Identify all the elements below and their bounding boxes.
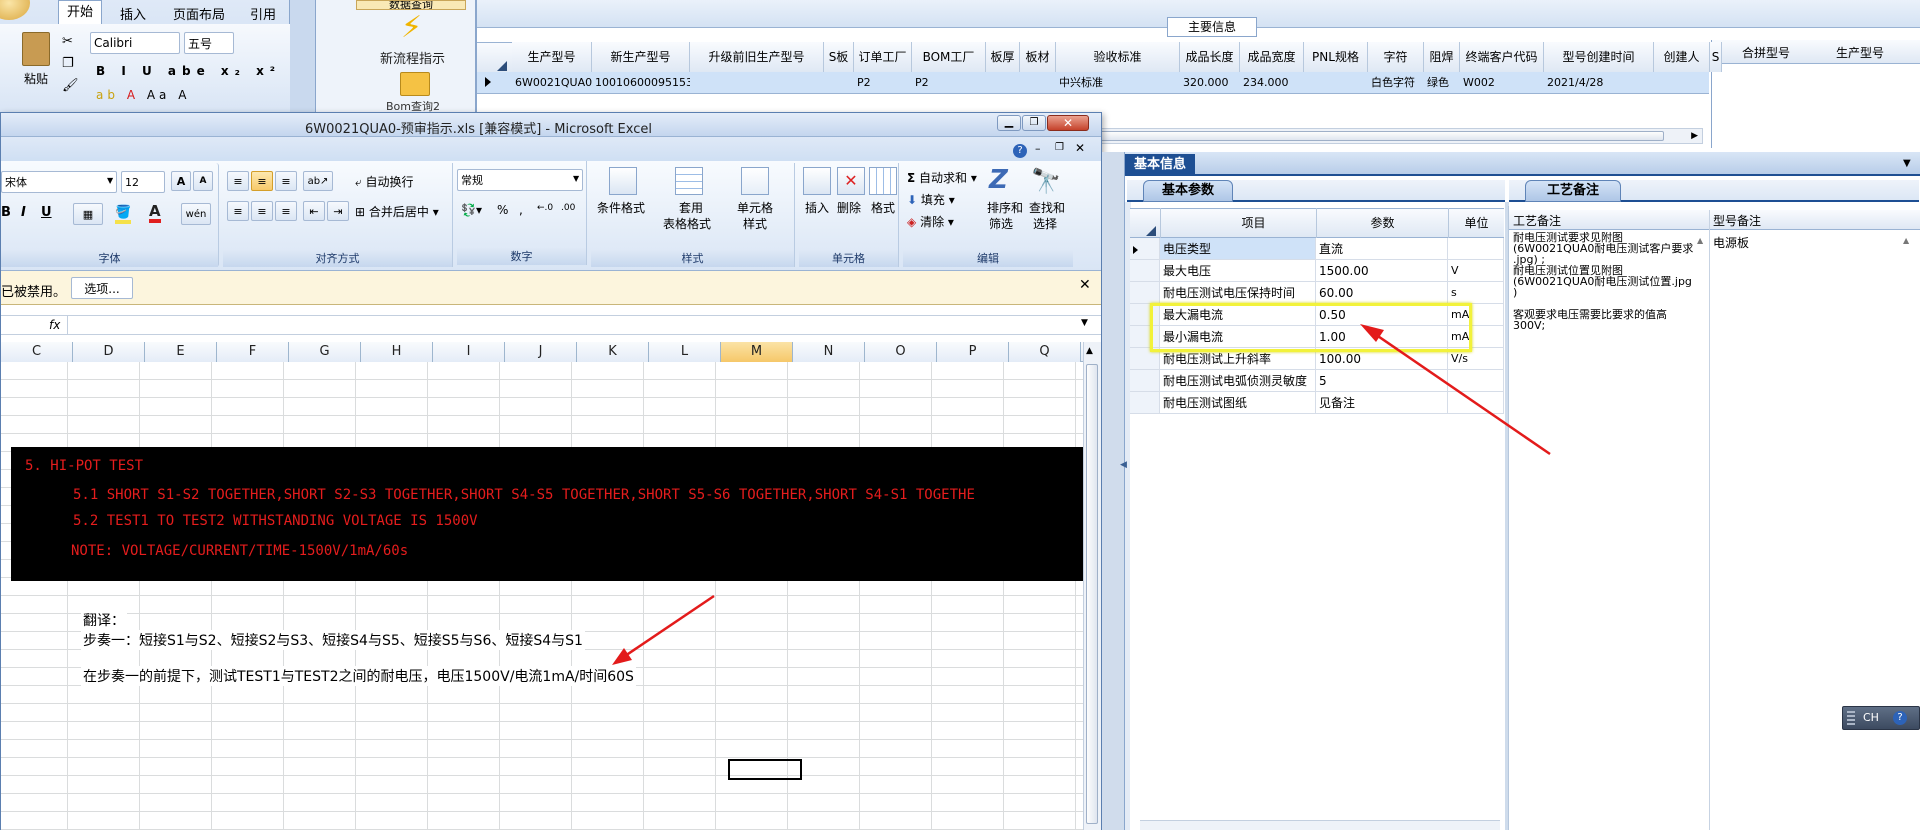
arrow-to-params-head xyxy=(1360,324,1384,342)
main-info-title: 主要信息 xyxy=(1167,17,1257,37)
annotation-arrows xyxy=(612,324,1551,665)
arrow-to-translation xyxy=(621,594,715,660)
arrow-to-translation-head xyxy=(612,648,632,665)
arrow-to-params xyxy=(1371,330,1551,456)
